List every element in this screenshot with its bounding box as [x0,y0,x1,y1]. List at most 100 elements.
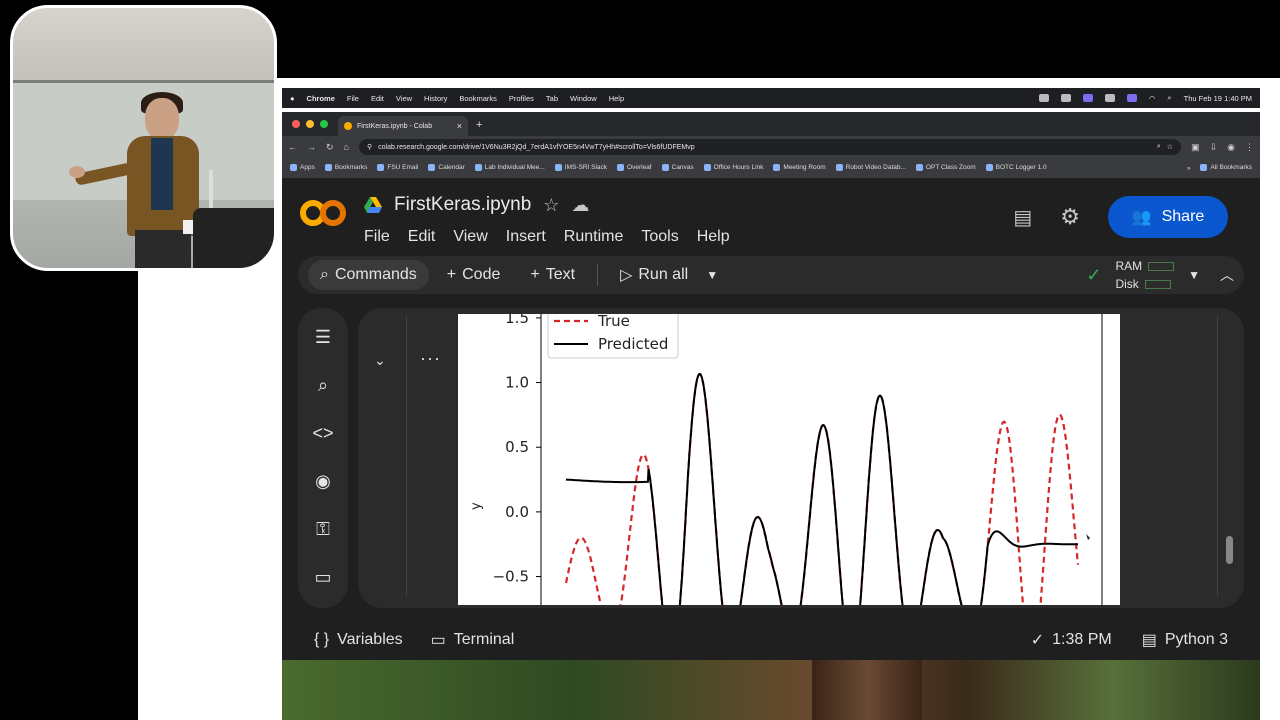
bookmark-item[interactable]: OPT Class Zoom [915,164,976,172]
menubar-app-name[interactable]: Chrome [307,94,335,103]
menubar-item-view[interactable]: View [396,94,412,103]
bookmark-apps[interactable]: Apps [290,164,315,172]
menu-view[interactable]: View [453,228,487,246]
ram-disk-indicator[interactable]: RAM Disk [1115,257,1175,293]
maximize-window-icon[interactable] [320,120,328,128]
forward-icon[interactable]: → [307,142,316,152]
add-code-button[interactable]: + Code [435,260,513,290]
colab-logo-icon[interactable] [300,198,346,228]
site-info-icon[interactable]: ⚲ [367,143,372,151]
run-menu-chevron-down-icon[interactable]: ▼ [706,268,718,282]
share-button[interactable]: 👥 Share [1108,196,1228,238]
runtime-chevron-down-icon[interactable]: ▼ [1188,268,1200,282]
cell-right-line [1217,316,1218,596]
terminal-button[interactable]: ▭ Terminal [431,630,515,650]
find-replace-icon[interactable]: ⌕ [310,372,336,398]
bookmark-item[interactable]: Bookmarks [324,164,367,172]
back-icon[interactable]: ← [288,142,297,152]
menubar-item-tab[interactable]: Tab [546,94,558,103]
bookmark-item[interactable]: Robot Video Datab... [835,164,906,172]
close-window-icon[interactable] [292,120,300,128]
secrets-key-icon[interactable]: ⚿ [310,516,336,542]
bookmark-item[interactable]: Office Hours Link [703,164,763,172]
add-text-button[interactable]: + Text [518,260,587,290]
code-snippets-icon[interactable]: <> [310,420,336,446]
run-all-button[interactable]: ▷ Run all [608,260,700,290]
desktop-wallpaper [282,660,1260,720]
menubar-item-profiles[interactable]: Profiles [509,94,534,103]
table-of-contents-icon[interactable]: ☰ [310,324,336,350]
address-url[interactable]: colab.research.google.com/drive/1V6Nu3R2… [378,144,1151,151]
menu-help[interactable]: Help [697,228,730,246]
downloads-icon[interactable]: ⇩ [1210,142,1218,153]
menu-insert[interactable]: Insert [506,228,546,246]
menubar-item-edit[interactable]: Edit [371,94,384,103]
colab-favicon-icon [344,122,352,130]
apple-icon[interactable]: ● [290,94,295,103]
screen-share-icon[interactable] [1082,94,1093,102]
zoom-icon[interactable] [1126,94,1137,102]
menu-file[interactable]: File [364,228,390,246]
collapse-chevron-up-icon[interactable]: ︿ [1220,265,1234,285]
y-tick-label: −0.5 [493,568,529,586]
star-icon[interactable]: ☆ [543,195,559,216]
bookmark-item[interactable]: IMS-SRI Slack [554,164,607,172]
gear-icon[interactable]: ⚙ [1060,204,1080,230]
output-more-icon[interactable]: ··· [420,348,441,369]
minimize-window-icon[interactable] [306,120,314,128]
files-folder-icon[interactable]: ▭ [310,564,336,590]
notebook-filename[interactable]: FirstKeras.ipynb [394,194,531,216]
menu-tools[interactable]: Tools [641,228,678,246]
all-bookmarks-button[interactable]: All Bookmarks [1200,164,1252,172]
menubar-item-help[interactable]: Help [609,94,624,103]
status-icon[interactable] [1038,94,1049,102]
extension-icon[interactable]: ▣ [1191,142,1200,153]
bookmarks-overflow-button[interactable]: » [1187,165,1191,172]
status-icon[interactable] [1104,94,1115,102]
wifi-icon[interactable]: ◠ [1149,94,1156,103]
colab-app: FirstKeras.ipynb ☆ ☁ File Edit View Inse… [282,178,1260,660]
menubar-item-file[interactable]: File [347,94,359,103]
bookmark-item[interactable]: Calendar [428,164,465,172]
address-bar[interactable]: ⚲ colab.research.google.com/drive/1V6Nu3… [358,139,1182,155]
zoom-lens-icon[interactable]: ⌕ [1157,143,1161,151]
bookmark-item[interactable]: Meeting Room [773,164,826,172]
menubar-item-window[interactable]: Window [570,94,597,103]
menubar-clock[interactable]: Thu Feb 19 1:40 PM [1184,94,1252,103]
check-icon: ✓ [1030,632,1045,649]
home-icon[interactable]: ⌂ [344,142,349,152]
search-icon[interactable]: ⌕ [1167,93,1171,103]
people-icon: 👥 [1131,209,1152,226]
presenter-legs [135,230,191,268]
bookmark-item[interactable]: FSU Email [377,164,418,172]
series-predicted-line [565,372,1078,605]
tab-close-icon[interactable]: × [457,121,462,131]
notebook-scrollbar[interactable] [1226,536,1233,564]
variable-inspector-eye-icon[interactable]: ◉ [310,468,336,494]
search-icon: ⌕ [320,266,329,283]
profile-avatar[interactable]: ◉ [1227,142,1235,153]
status-icon[interactable] [1060,94,1071,102]
bookmark-item[interactable]: Canvas [661,164,694,172]
bookmark-star-icon[interactable]: ☆ [1167,143,1173,151]
menubar-item-bookmarks[interactable]: Bookmarks [459,94,497,103]
runtime-type-button[interactable]: ▤ Python 3 [1142,630,1228,650]
comment-icon[interactable]: ▤ [1013,205,1032,230]
bookmark-item[interactable]: BOTC Logger 1.0 [985,164,1047,172]
menu-edit[interactable]: Edit [408,228,436,246]
collapse-output-chevron-down-icon[interactable]: ⌄ [374,352,386,369]
variables-button[interactable]: { } Variables [314,631,403,649]
new-tab-button[interactable]: + [468,119,482,136]
last-run-status[interactable]: ✓ 1:38 PM [1031,630,1112,650]
menu-runtime[interactable]: Runtime [564,228,624,246]
sheets-icon [835,164,843,172]
bookmark-item[interactable]: Overleaf [617,164,652,172]
legend-predicted-label: Predicted [598,335,668,353]
browser-tab[interactable]: FirstKeras.ipynb - Colab × [338,116,468,136]
commands-button[interactable]: ⌕ Commands [308,260,429,290]
cloud-saved-icon[interactable]: ☁ [571,195,589,216]
chrome-menu-icon[interactable]: ⋮ [1245,142,1254,153]
bookmark-item[interactable]: Lab Individual Mee... [474,164,545,172]
menubar-item-history[interactable]: History [424,94,447,103]
reload-icon[interactable]: ↻ [326,142,334,153]
